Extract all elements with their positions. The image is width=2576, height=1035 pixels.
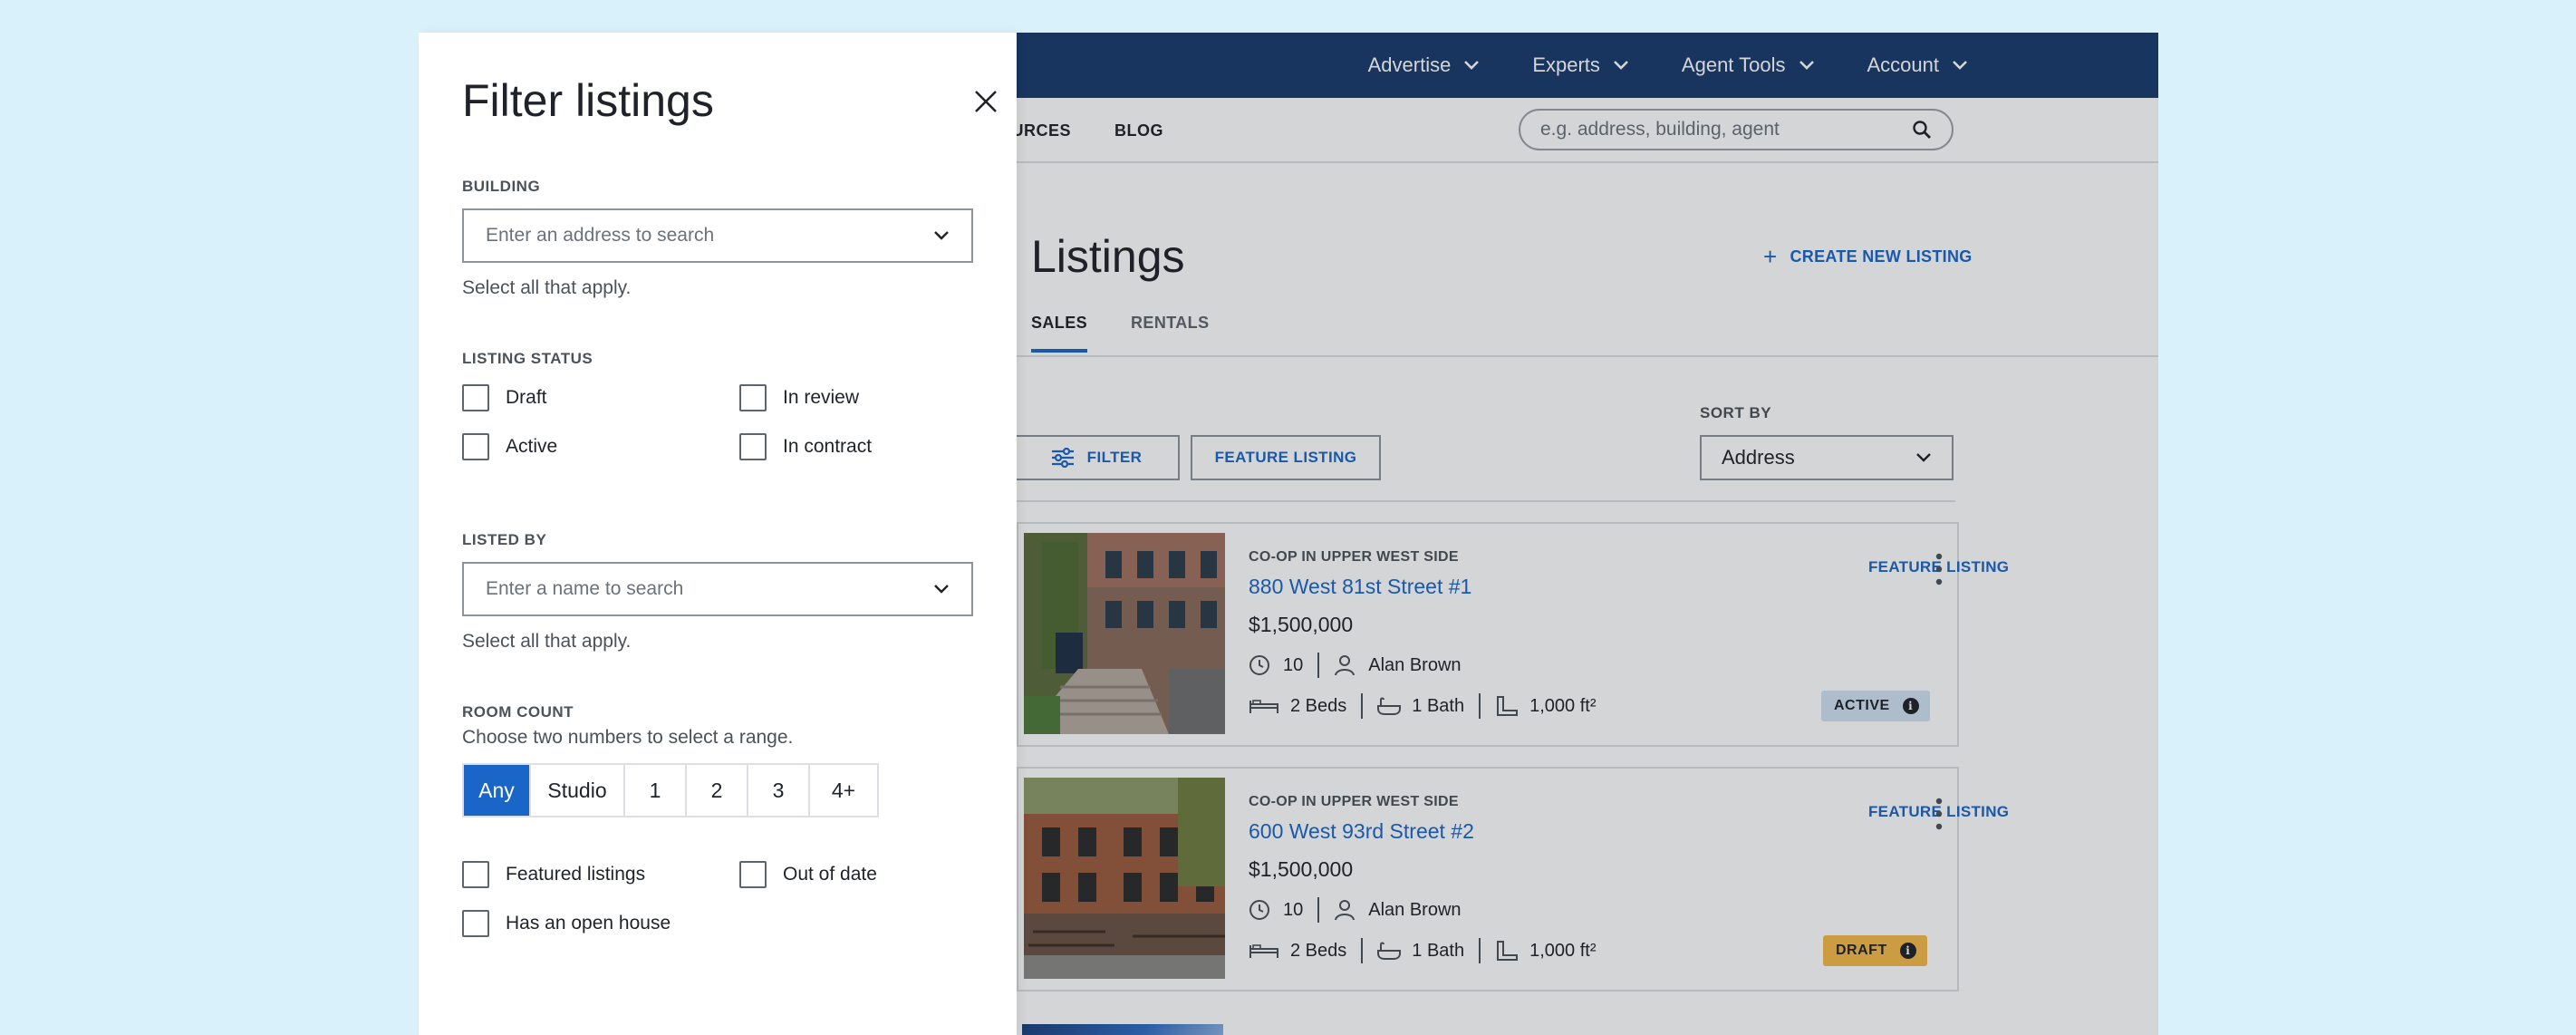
room-option-any[interactable]: Any	[464, 765, 529, 816]
room-option-2[interactable]: 2	[685, 765, 747, 816]
has-open-house-checkbox[interactable]: Has an open house	[462, 910, 671, 937]
drawer-title: Filter listings	[462, 75, 714, 126]
status-draft-label: Draft	[506, 387, 547, 408]
listed-by-label: LISTED BY	[462, 531, 547, 548]
filter-drawer: Filter listings BUILDING Enter an addres…	[419, 33, 1017, 1035]
close-icon[interactable]	[973, 89, 999, 114]
checkbox-box[interactable]	[739, 861, 767, 888]
status-in-contract-checkbox[interactable]: In contract	[739, 433, 872, 460]
checkbox-box[interactable]	[739, 433, 767, 460]
featured-listings-checkbox[interactable]: Featured listings	[462, 861, 645, 888]
chevron-down-icon	[934, 585, 949, 594]
checkbox-box[interactable]	[462, 384, 489, 411]
checkbox-box[interactable]	[462, 433, 489, 460]
room-count-hint: Choose two numbers to select a range.	[462, 727, 794, 748]
listed-by-hint: Select all that apply.	[462, 631, 632, 652]
building-placeholder: Enter an address to search	[486, 225, 715, 246]
listing-status-label: LISTING STATUS	[462, 350, 593, 367]
status-active-label: Active	[506, 436, 558, 457]
room-option-1[interactable]: 1	[623, 765, 685, 816]
room-count-segmented-control: Any Studio 1 2 3 4+	[462, 763, 879, 817]
has-open-house-label: Has an open house	[506, 913, 671, 933]
listed-by-search-select[interactable]: Enter a name to search	[462, 562, 973, 616]
room-option-3[interactable]: 3	[747, 765, 808, 816]
out-of-date-checkbox[interactable]: Out of date	[739, 861, 877, 888]
checkbox-box[interactable]	[462, 910, 489, 937]
status-in-contract-label: In contract	[783, 436, 873, 457]
listed-by-placeholder: Enter a name to search	[486, 578, 684, 599]
status-in-review-checkbox[interactable]: In review	[739, 384, 859, 411]
out-of-date-label: Out of date	[783, 864, 877, 885]
room-option-4-plus[interactable]: 4+	[808, 765, 877, 816]
chevron-down-icon	[934, 231, 949, 240]
building-search-select[interactable]: Enter an address to search	[462, 208, 973, 263]
room-option-studio[interactable]: Studio	[529, 765, 623, 816]
status-draft-checkbox[interactable]: Draft	[462, 384, 547, 411]
room-count-label: ROOM COUNT	[462, 703, 574, 721]
building-label: BUILDING	[462, 178, 541, 195]
featured-listings-label: Featured listings	[506, 864, 646, 885]
checkbox-box[interactable]	[462, 861, 489, 888]
building-hint: Select all that apply.	[462, 277, 632, 298]
status-active-checkbox[interactable]: Active	[462, 433, 557, 460]
status-in-review-label: In review	[783, 387, 860, 408]
checkbox-box[interactable]	[739, 384, 767, 411]
